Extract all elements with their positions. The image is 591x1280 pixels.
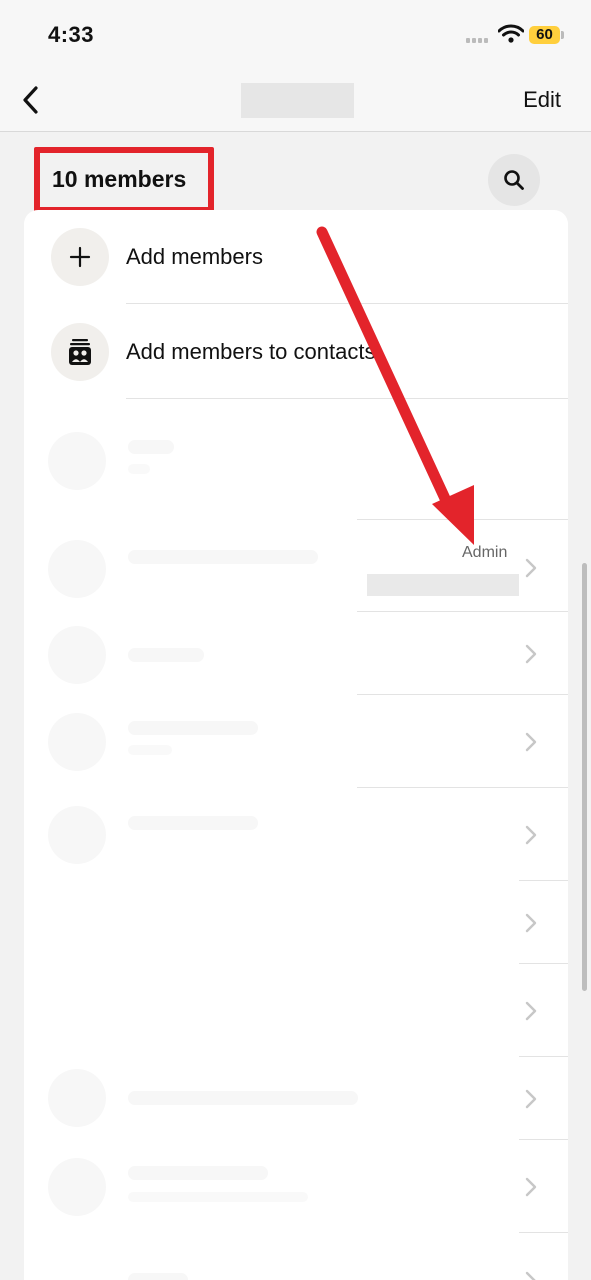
chevron-right-icon xyxy=(525,644,537,664)
chevron-right-icon xyxy=(525,913,537,933)
back-button[interactable] xyxy=(12,80,48,120)
member-status-redacted xyxy=(128,745,172,755)
member-row[interactable] xyxy=(24,788,568,881)
member-row[interactable] xyxy=(24,612,568,695)
admin-member-detail-redacted xyxy=(367,574,519,596)
plus-icon xyxy=(51,228,109,286)
avatar xyxy=(48,806,106,864)
chevron-right-icon xyxy=(525,1271,536,1280)
member-row[interactable] xyxy=(24,1233,568,1280)
battery-icon: 60 xyxy=(529,26,560,44)
divider xyxy=(126,303,568,304)
wifi-icon xyxy=(497,24,525,44)
group-title-redacted xyxy=(241,83,354,118)
avatar xyxy=(48,432,106,490)
signal-icon xyxy=(466,38,492,44)
avatar xyxy=(48,626,106,684)
edit-button[interactable]: Edit xyxy=(523,87,561,113)
member-name-redacted xyxy=(128,1166,268,1180)
avatar xyxy=(48,1158,106,1216)
member-name-redacted xyxy=(128,550,318,564)
chevron-right-icon xyxy=(525,732,537,752)
member-name-redacted xyxy=(128,721,258,735)
add-members-button[interactable]: Add members xyxy=(24,210,568,305)
member-name-redacted xyxy=(128,1091,358,1105)
member-name-redacted xyxy=(128,440,174,454)
chevron-right-icon xyxy=(525,1089,537,1109)
add-members-to-contacts-label: Add members to contacts xyxy=(126,339,376,364)
member-name-redacted xyxy=(128,816,258,830)
member-row-admin[interactable] xyxy=(24,520,568,612)
member-name-redacted xyxy=(128,1273,188,1280)
chevron-right-icon xyxy=(525,825,537,845)
navigation-bar: Edit xyxy=(0,70,591,132)
add-members-label: Add members xyxy=(126,244,263,269)
add-members-to-contacts-button[interactable]: Add members to contacts xyxy=(24,305,568,400)
scrollbar[interactable] xyxy=(582,563,587,991)
chevron-right-icon xyxy=(525,1001,537,1021)
members-card: Add members Add members to contacts Admi… xyxy=(24,210,568,1280)
search-icon xyxy=(504,170,524,190)
member-status-redacted xyxy=(128,464,150,474)
admin-badge: Admin xyxy=(462,544,508,561)
avatar xyxy=(48,1069,106,1127)
status-time: 4:33 xyxy=(48,22,95,47)
member-row[interactable] xyxy=(24,1140,568,1233)
highlight-annotation-box xyxy=(34,147,214,213)
member-row[interactable] xyxy=(24,964,568,1057)
back-chevron-icon xyxy=(23,86,38,114)
member-row[interactable] xyxy=(24,695,568,788)
avatar xyxy=(48,713,106,771)
member-row[interactable] xyxy=(24,400,568,520)
member-row[interactable] xyxy=(24,881,568,964)
chevron-right-icon xyxy=(525,558,537,578)
divider xyxy=(126,398,568,399)
avatar xyxy=(48,540,106,598)
contacts-icon xyxy=(51,323,109,381)
status-bar: 4:33 60 xyxy=(0,0,591,70)
member-row[interactable] xyxy=(24,1057,568,1140)
chevron-right-icon xyxy=(525,1177,537,1197)
battery-tip xyxy=(561,31,564,39)
search-members-button[interactable] xyxy=(488,154,540,206)
members-header: 10 members xyxy=(0,133,591,215)
member-status-redacted xyxy=(128,1192,308,1202)
member-name-redacted xyxy=(128,648,204,662)
